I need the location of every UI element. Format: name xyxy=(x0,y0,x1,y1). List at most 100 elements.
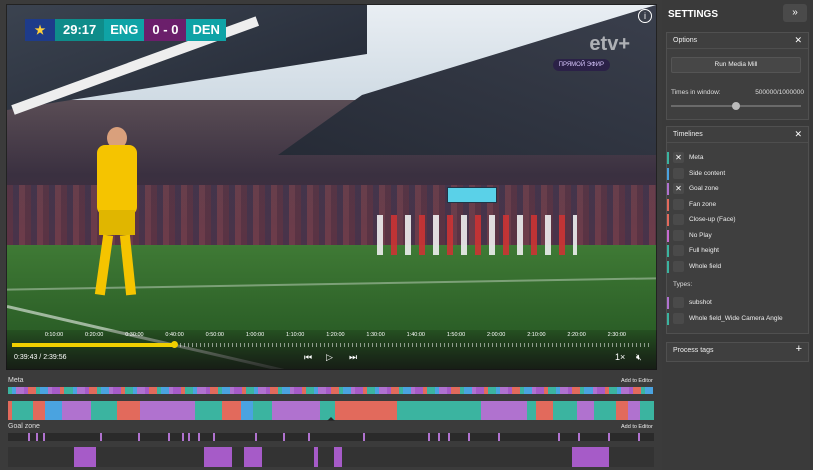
timeline-checkbox[interactable]: ✕ xyxy=(673,152,684,163)
timeline-toggle-row[interactable]: ✕ Goal zone xyxy=(667,182,807,196)
timeline-checkbox[interactable] xyxy=(673,260,684,272)
timeline-toggle-row[interactable]: Fan zone xyxy=(667,198,807,212)
process-tags-header[interactable]: Process tags + xyxy=(667,343,808,359)
timeline-color-swatch xyxy=(667,183,669,195)
times-in-window-label: Times in window: xyxy=(671,89,721,96)
tick-label: 0:50:00 xyxy=(205,332,224,338)
timeline-segment xyxy=(90,401,118,420)
tick-label: 1:20:00 xyxy=(326,332,345,338)
options-title: Options xyxy=(673,37,698,44)
timeline-segment xyxy=(33,401,41,420)
timeline-toggle-row[interactable]: Whole field_Wide Camera Angle xyxy=(667,312,807,326)
timeline-checkbox[interactable]: ✕ xyxy=(673,183,684,194)
timeline-toggle-row[interactable]: No Play xyxy=(667,229,807,243)
goal-zone-segment[interactable] xyxy=(244,447,262,467)
plus-icon[interactable]: + xyxy=(796,343,802,355)
meta-add-to-editor[interactable]: Add to Editor xyxy=(621,378,653,384)
timeline-toggle-row[interactable]: Close-up (Face) xyxy=(667,213,807,227)
timeline-segment xyxy=(385,401,398,420)
goal-zone-segment[interactable] xyxy=(572,447,609,467)
timeline-segment xyxy=(615,401,628,420)
timeline-segment xyxy=(526,401,537,420)
goal-timeline-strip[interactable] xyxy=(8,447,654,467)
timeline-segment xyxy=(117,401,135,420)
options-header: Options ✕ xyxy=(667,33,808,49)
subshot-segment xyxy=(648,387,653,394)
mute-icon[interactable]: 🔇︎ xyxy=(636,352,642,363)
timeline-checkbox[interactable] xyxy=(673,312,684,324)
goal-subshot-mark xyxy=(43,433,45,441)
goal-subshot-mark xyxy=(428,433,430,441)
goal-subshot-mark xyxy=(363,433,365,441)
goal-subshot-mark xyxy=(182,433,184,441)
timeline-checkbox[interactable] xyxy=(673,198,684,210)
timeline-segment xyxy=(397,401,434,420)
timeline-toggle-label: Goal zone xyxy=(689,185,719,192)
timeline-checkbox[interactable] xyxy=(673,214,684,225)
run-media-mill-button[interactable]: Run Media Mill xyxy=(671,57,801,73)
seek-bar[interactable] xyxy=(12,341,652,348)
timeline-checkbox[interactable] xyxy=(673,245,684,256)
timeline-segment xyxy=(536,401,554,420)
video-goalkeeper xyxy=(87,125,147,305)
timeline-toggle-label: Side content xyxy=(689,169,726,177)
tick-label: 1:00:00 xyxy=(245,332,265,338)
match-score: 0 - 0 xyxy=(144,19,187,41)
goal-subshot-mark xyxy=(255,433,257,441)
timeline-toggle-row[interactable]: Whole field xyxy=(667,260,807,274)
timeline-checkbox[interactable] xyxy=(673,167,684,179)
time-readout: 0:39:43 / 2:39:56 xyxy=(14,354,67,361)
video-players xyxy=(377,215,577,255)
double-chevron-right-icon[interactable]: » xyxy=(783,4,807,22)
timeline-segment xyxy=(593,401,616,420)
timeline-toggle-row[interactable]: ✕ Meta xyxy=(667,151,807,165)
close-icon[interactable]: ✕ xyxy=(794,129,802,140)
close-icon[interactable]: ✕ xyxy=(794,35,802,46)
skip-back-icon[interactable]: ⏮ xyxy=(304,352,312,363)
timeline-segment xyxy=(334,401,342,420)
goal-subshot-mark xyxy=(578,433,580,441)
timeline-segment xyxy=(272,401,292,420)
goal-zone-segment[interactable] xyxy=(74,447,96,467)
timeline-color-swatch xyxy=(667,214,669,226)
goal-subshot-mark xyxy=(438,433,440,441)
broadcaster-logo: etv+ xyxy=(589,33,630,55)
timeline-segment xyxy=(639,401,654,420)
timeline-toggle-row[interactable]: subshot xyxy=(667,296,807,310)
timeline-checkbox[interactable] xyxy=(673,229,684,241)
goal-zone-segment[interactable] xyxy=(204,447,232,467)
times-slider-handle[interactable] xyxy=(732,102,740,110)
timeline-color-swatch xyxy=(667,152,669,164)
goal-add-to-editor[interactable]: Add to Editor xyxy=(621,424,653,430)
goal-subshot-mark xyxy=(308,433,310,441)
timeline-color-swatch xyxy=(667,297,669,309)
goal-subshot-mark xyxy=(608,433,610,441)
play-icon[interactable]: ▷ xyxy=(326,352,333,363)
seek-handle[interactable] xyxy=(170,341,178,348)
goal-subshot-mark xyxy=(448,433,450,441)
info-icon[interactable]: i xyxy=(638,9,652,23)
goal-timeline-label: Goal zone xyxy=(8,423,40,430)
goal-subshot-mark xyxy=(138,433,140,441)
timeline-segment xyxy=(195,401,222,420)
timeline-checkbox[interactable] xyxy=(673,297,684,308)
goal-zone-segment[interactable] xyxy=(314,447,318,467)
timeline-segment xyxy=(240,401,253,420)
times-slider-track[interactable] xyxy=(671,102,801,110)
timelines-panel: Timelines ✕ ✕ Meta Side content ✕ Goal zone F… xyxy=(666,126,809,334)
sidebar-title: SETTINGS xyxy=(668,9,719,20)
timeline-segment xyxy=(45,401,63,420)
timeline-toggle-label: No Play xyxy=(689,231,712,239)
goal-zone-segment[interactable] xyxy=(334,447,342,467)
goal-subshot-strip[interactable] xyxy=(8,433,654,441)
timeline-toggle-row[interactable]: Side content xyxy=(667,167,807,181)
euro-logo-icon: ★ xyxy=(25,19,55,41)
meta-subshot-strip[interactable] xyxy=(8,387,654,394)
timeline-toggle-row[interactable]: Full height xyxy=(667,244,807,258)
skip-forward-icon[interactable]: ⏭ xyxy=(349,352,357,363)
timelines-header: Timelines ✕ xyxy=(667,127,808,143)
speed-button[interactable]: 1× xyxy=(615,352,625,362)
tick-label: 1:10:00 xyxy=(286,332,305,338)
timeline-segment xyxy=(62,401,91,420)
video-player[interactable]: ★ 29:17 ENG 0 - 0 DEN etv+ ПРЯМОЙ ЭФИР i xyxy=(6,4,657,370)
